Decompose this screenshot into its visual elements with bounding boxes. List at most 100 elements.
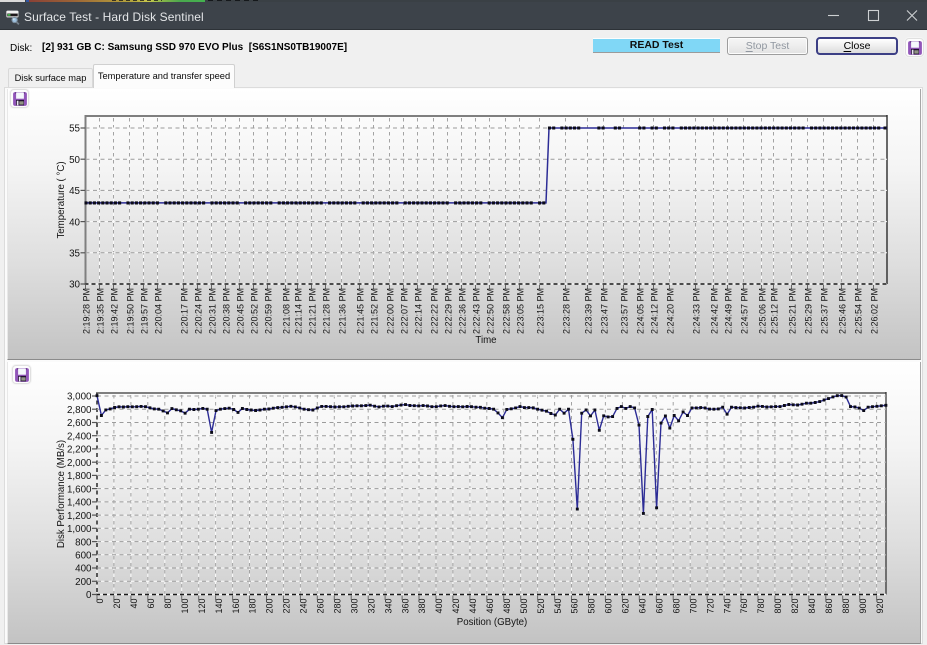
svg-text:2:20:45 PM: 2:20:45 PM xyxy=(235,288,245,334)
svg-text:2:20:59 PM: 2:20:59 PM xyxy=(263,288,273,334)
svg-text:40: 40 xyxy=(129,599,139,609)
svg-text:Temperature ( °C): Temperature ( °C) xyxy=(56,161,67,238)
svg-text:400: 400 xyxy=(434,599,444,614)
svg-text:2:22:50 PM: 2:22:50 PM xyxy=(485,288,495,334)
svg-text:320: 320 xyxy=(366,599,376,614)
svg-text:20: 20 xyxy=(112,599,122,609)
svg-text:600: 600 xyxy=(75,551,92,562)
svg-text:240: 240 xyxy=(299,599,309,614)
svg-text:2:21:28 PM: 2:21:28 PM xyxy=(321,288,331,334)
svg-text:2:19:35 PM: 2:19:35 PM xyxy=(95,288,105,334)
svg-text:2:24:05 PM: 2:24:05 PM xyxy=(635,288,645,334)
svg-text:0: 0 xyxy=(86,590,92,601)
svg-text:1,200: 1,200 xyxy=(67,511,92,522)
svg-text:2:24:20 PM: 2:24:20 PM xyxy=(665,288,675,334)
svg-text:2:24:12 PM: 2:24:12 PM xyxy=(649,288,659,334)
svg-text:55: 55 xyxy=(69,124,80,135)
svg-text:2:25:29 PM: 2:25:29 PM xyxy=(803,288,813,334)
svg-text:40: 40 xyxy=(69,217,80,228)
svg-text:2:20:52 PM: 2:20:52 PM xyxy=(249,288,259,334)
svg-text:2:26:02 PM: 2:26:02 PM xyxy=(869,288,879,334)
svg-text:440: 440 xyxy=(468,599,478,614)
svg-text:2:21:45 PM: 2:21:45 PM xyxy=(355,288,365,334)
svg-text:2:22:00 PM: 2:22:00 PM xyxy=(385,288,395,334)
svg-text:2:25:21 PM: 2:25:21 PM xyxy=(787,288,797,334)
svg-text:800: 800 xyxy=(773,599,783,614)
svg-text:2:24:42 PM: 2:24:42 PM xyxy=(709,288,719,334)
svg-text:2:20:04 PM: 2:20:04 PM xyxy=(153,288,163,334)
svg-text:620: 620 xyxy=(621,599,631,614)
svg-text:2:21:14 PM: 2:21:14 PM xyxy=(293,288,303,334)
svg-text:2,400: 2,400 xyxy=(67,431,92,442)
svg-text:2:25:46 PM: 2:25:46 PM xyxy=(837,288,847,334)
svg-text:2:21:08 PM: 2:21:08 PM xyxy=(281,288,291,334)
svg-text:45: 45 xyxy=(69,186,80,197)
svg-text:80: 80 xyxy=(163,599,173,609)
svg-text:300: 300 xyxy=(349,599,359,614)
svg-text:740: 740 xyxy=(722,599,732,614)
svg-text:200: 200 xyxy=(265,599,275,614)
svg-text:2:24:49 PM: 2:24:49 PM xyxy=(723,288,733,334)
svg-text:2,200: 2,200 xyxy=(67,445,92,456)
svg-text:2:25:54 PM: 2:25:54 PM xyxy=(853,288,863,334)
svg-text:2:25:37 PM: 2:25:37 PM xyxy=(819,288,829,334)
svg-text:280: 280 xyxy=(333,599,343,614)
svg-text:400: 400 xyxy=(75,564,92,575)
svg-text:220: 220 xyxy=(282,599,292,614)
svg-text:2:22:14 PM: 2:22:14 PM xyxy=(413,288,423,334)
svg-text:2:22:29 PM: 2:22:29 PM xyxy=(443,288,453,334)
svg-text:640: 640 xyxy=(638,599,648,614)
svg-text:1,800: 1,800 xyxy=(67,471,92,482)
svg-text:2:22:22 PM: 2:22:22 PM xyxy=(429,288,439,334)
svg-text:2:22:36 PM: 2:22:36 PM xyxy=(457,288,467,334)
svg-text:720: 720 xyxy=(705,599,715,614)
svg-text:2:23:39 PM: 2:23:39 PM xyxy=(583,288,593,334)
svg-text:480: 480 xyxy=(502,599,512,614)
svg-text:2:20:38 PM: 2:20:38 PM xyxy=(221,288,231,334)
svg-text:Time: Time xyxy=(475,335,496,346)
svg-text:140: 140 xyxy=(214,599,224,614)
svg-text:1,000: 1,000 xyxy=(67,524,92,535)
svg-text:50: 50 xyxy=(69,155,80,166)
svg-text:2:23:28 PM: 2:23:28 PM xyxy=(561,288,571,334)
svg-text:920: 920 xyxy=(875,599,885,614)
svg-text:500: 500 xyxy=(519,599,529,614)
svg-text:Disk Performance (MB/s): Disk Performance (MB/s) xyxy=(56,440,67,548)
svg-text:120: 120 xyxy=(197,599,207,614)
svg-text:Position (GByte): Position (GByte) xyxy=(457,617,528,628)
svg-text:2:23:05 PM: 2:23:05 PM xyxy=(515,288,525,334)
svg-text:560: 560 xyxy=(570,599,580,614)
svg-text:660: 660 xyxy=(655,599,665,614)
svg-text:1,600: 1,600 xyxy=(67,484,92,495)
svg-text:2:22:43 PM: 2:22:43 PM xyxy=(471,288,481,334)
svg-text:1,400: 1,400 xyxy=(67,498,92,509)
svg-text:2:23:57 PM: 2:23:57 PM xyxy=(619,288,629,334)
svg-text:2,800: 2,800 xyxy=(67,405,92,416)
svg-text:880: 880 xyxy=(841,599,851,614)
svg-text:2:25:12 PM: 2:25:12 PM xyxy=(769,288,779,334)
svg-text:820: 820 xyxy=(790,599,800,614)
svg-text:2:23:15 PM: 2:23:15 PM xyxy=(535,288,545,334)
svg-text:2,000: 2,000 xyxy=(67,458,92,469)
svg-text:540: 540 xyxy=(553,599,563,614)
svg-text:2:19:57 PM: 2:19:57 PM xyxy=(139,288,149,334)
svg-text:680: 680 xyxy=(671,599,681,614)
svg-text:2:21:21 PM: 2:21:21 PM xyxy=(307,288,317,334)
svg-text:2:19:50 PM: 2:19:50 PM xyxy=(125,288,135,334)
svg-text:2:19:42 PM: 2:19:42 PM xyxy=(109,288,119,334)
svg-text:2:21:36 PM: 2:21:36 PM xyxy=(337,288,347,334)
svg-text:900: 900 xyxy=(858,599,868,614)
svg-text:0: 0 xyxy=(95,599,105,604)
svg-text:2:22:07 PM: 2:22:07 PM xyxy=(399,288,409,334)
svg-text:360: 360 xyxy=(400,599,410,614)
svg-text:100: 100 xyxy=(180,599,190,614)
svg-text:160: 160 xyxy=(231,599,241,614)
svg-text:2:21:52 PM: 2:21:52 PM xyxy=(369,288,379,334)
svg-text:2:25:06 PM: 2:25:06 PM xyxy=(757,288,767,334)
svg-text:780: 780 xyxy=(756,599,766,614)
svg-text:580: 580 xyxy=(587,599,597,614)
svg-text:460: 460 xyxy=(485,599,495,614)
svg-text:2:20:17 PM: 2:20:17 PM xyxy=(179,288,189,334)
svg-text:2:19:28 PM: 2:19:28 PM xyxy=(81,288,91,334)
svg-text:2:24:33 PM: 2:24:33 PM xyxy=(691,288,701,334)
